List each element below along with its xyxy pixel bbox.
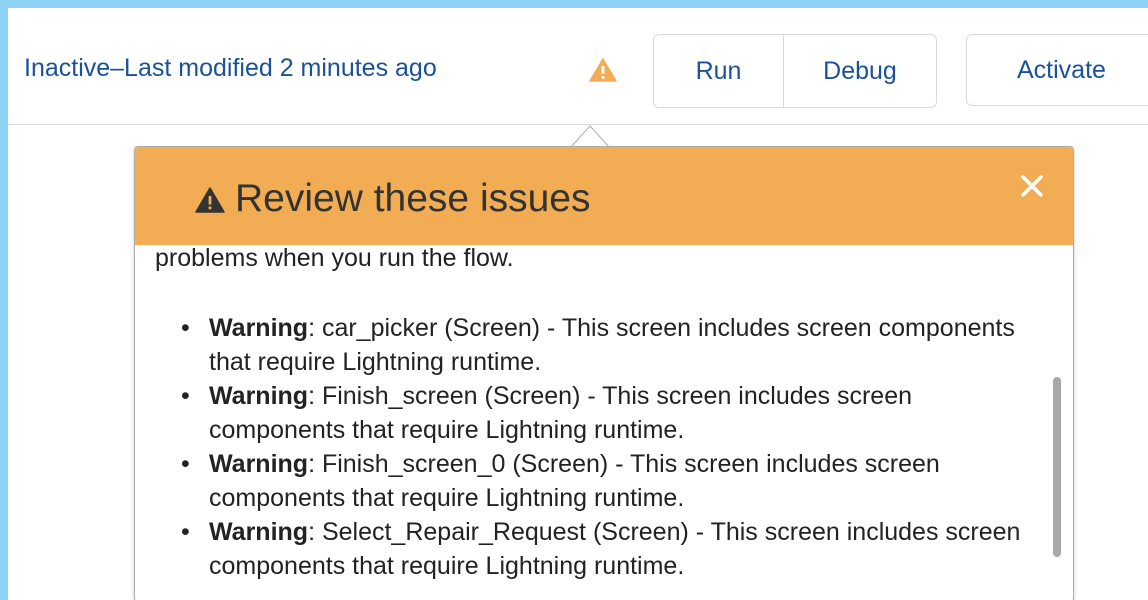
issue-text: : car_picker (Screen) - This screen incl… [209, 314, 1015, 376]
activate-button[interactable]: Activate [966, 34, 1148, 106]
warning-triangle-icon [195, 187, 225, 213]
run-button[interactable]: Run [654, 35, 784, 107]
issue-text: : Finish_screen_0 (Screen) - This screen… [209, 450, 940, 512]
list-item: • Warning: Finish_screen_0 (Screen) - Thi… [171, 447, 1031, 515]
flow-builder-frame: Inactive–Last modified 2 minutes ago Run… [8, 8, 1148, 600]
popover-header: Review these issues [135, 147, 1073, 245]
issue-severity-label: Warning [209, 314, 309, 342]
issues-intro-text: problems when you run the flow. [155, 244, 514, 272]
bullet-icon: • [181, 382, 190, 410]
toolbar: Inactive–Last modified 2 minutes ago Run… [8, 8, 1148, 125]
issue-severity-label: Warning [209, 382, 309, 410]
debug-button[interactable]: Debug [784, 35, 936, 107]
close-icon[interactable] [1015, 169, 1049, 203]
list-item: • Warning: car_picker (Screen) - This scr… [171, 311, 1031, 379]
list-item: • Warning: Select_Repair_Request (Screen)… [171, 515, 1031, 583]
bullet-icon: • [181, 450, 190, 478]
issue-text: : Select_Repair_Request (Screen) - This … [209, 518, 1021, 580]
flow-status-text: Inactive–Last modified 2 minutes ago [24, 54, 437, 82]
action-button-group: Run Debug [653, 34, 937, 108]
issue-text: : Finish_screen (Screen) - This screen i… [209, 382, 913, 444]
warning-triangle-icon[interactable] [589, 58, 617, 82]
scrollbar-thumb[interactable] [1053, 377, 1061, 557]
issues-list: • Warning: car_picker (Screen) - This scr… [171, 311, 1031, 583]
list-item: • Warning: Finish_screen (Screen) - This … [171, 379, 1031, 447]
issue-severity-label: Warning [209, 518, 309, 546]
review-issues-popover: problems when you run the flow. • Warning… [134, 146, 1074, 600]
issue-severity-label: Warning [209, 450, 309, 478]
popover-title: Review these issues [235, 177, 591, 220]
bullet-icon: • [181, 314, 190, 342]
issues-body[interactable]: problems when you run the flow. • Warning… [135, 207, 1045, 600]
bullet-icon: • [181, 518, 190, 546]
